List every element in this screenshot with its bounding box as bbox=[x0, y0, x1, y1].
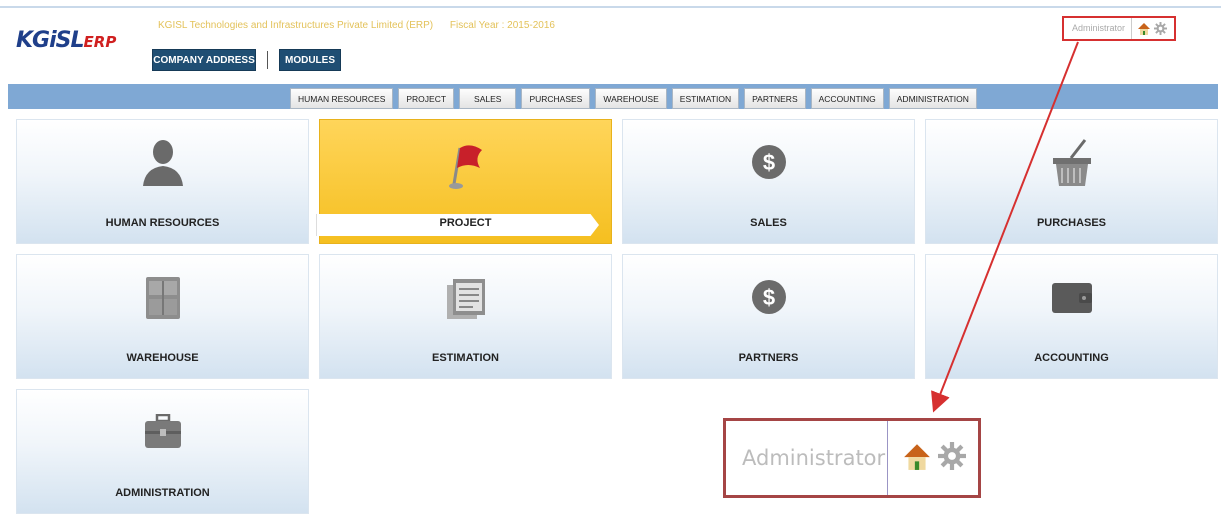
module-tabs: HUMAN RESOURCES PROJECT SALES PURCHASES … bbox=[290, 88, 977, 109]
dollar-icon: $ bbox=[751, 144, 787, 185]
zoomed-user-name[interactable]: Administrator bbox=[726, 421, 888, 495]
tile-label: SALES bbox=[750, 217, 787, 229]
crate-icon bbox=[144, 275, 182, 326]
tile-warehouse[interactable]: WAREHOUSE bbox=[16, 254, 309, 379]
tab-partners[interactable]: PARTNERS bbox=[744, 88, 806, 109]
person-icon bbox=[141, 138, 185, 191]
home-icon[interactable] bbox=[902, 442, 932, 475]
gear-icon[interactable] bbox=[1154, 22, 1168, 35]
tab-accounting[interactable]: ACCOUNTING bbox=[810, 88, 884, 109]
tile-accounting[interactable]: ACCOUNTING bbox=[925, 254, 1218, 379]
zoomed-user-panel: Administrator bbox=[723, 418, 981, 498]
document-icon bbox=[445, 277, 487, 326]
tile-partners[interactable]: $ PARTNERS bbox=[622, 254, 915, 379]
fiscal-year: Fiscal Year : 2015-2016 bbox=[449, 20, 555, 31]
tab-purchases[interactable]: PURCHASES bbox=[521, 88, 591, 109]
top-border bbox=[0, 6, 1221, 8]
dollar-icon: $ bbox=[751, 279, 787, 320]
basket-icon bbox=[1049, 138, 1095, 193]
tab-estimation[interactable]: ESTIMATION bbox=[671, 88, 740, 109]
svg-text:$: $ bbox=[762, 285, 774, 310]
tab-sales[interactable]: SALES bbox=[459, 88, 517, 109]
tile-label: ESTIMATION bbox=[431, 352, 499, 364]
tile-label: ACCOUNTING bbox=[1034, 352, 1109, 364]
tab-warehouse[interactable]: WAREHOUSE bbox=[595, 88, 667, 109]
tile-label: ADMINISTRATION bbox=[115, 487, 210, 499]
home-icon[interactable] bbox=[1137, 22, 1151, 35]
tile-label: PROJECT bbox=[439, 217, 492, 229]
logo[interactable]: KGiSLERP bbox=[16, 28, 116, 53]
tile-label: HUMAN RESOURCES bbox=[105, 217, 220, 229]
tile-label: PURCHASES bbox=[1036, 217, 1107, 229]
zoomed-icons bbox=[902, 441, 966, 475]
gear-icon[interactable] bbox=[938, 441, 966, 475]
flag-icon bbox=[446, 140, 486, 195]
modules-button[interactable]: MODULES bbox=[279, 49, 341, 71]
user-name[interactable]: Administrator bbox=[1064, 18, 1133, 39]
company-address-button[interactable]: COMPANY ADDRESS bbox=[152, 49, 256, 71]
tile-label: PARTNERS bbox=[738, 352, 799, 364]
tile-sales[interactable]: $ SALES bbox=[622, 119, 915, 244]
company-name: KGISL Technologies and Infrastructures P… bbox=[158, 20, 434, 31]
tab-human-resources[interactable]: HUMAN RESOURCES bbox=[290, 88, 394, 109]
tile-purchases[interactable]: PURCHASES bbox=[925, 119, 1218, 244]
user-panel: Administrator bbox=[1062, 16, 1176, 41]
header-divider bbox=[267, 51, 268, 69]
tile-project[interactable]: PROJECT bbox=[316, 119, 612, 244]
tile-administration[interactable]: ADMINISTRATION bbox=[16, 389, 309, 514]
svg-text:$: $ bbox=[762, 150, 774, 175]
tab-administration[interactable]: ADMINISTRATION bbox=[888, 88, 977, 109]
tile-human-resources[interactable]: HUMAN RESOURCES bbox=[16, 119, 309, 244]
tile-estimation[interactable]: ESTIMATION bbox=[319, 254, 612, 379]
wallet-icon bbox=[1051, 281, 1093, 320]
briefcase-icon bbox=[143, 413, 183, 455]
tab-project[interactable]: PROJECT bbox=[398, 88, 455, 109]
tile-label: WAREHOUSE bbox=[126, 352, 199, 364]
company-info: KGISL Technologies and Infrastructures P… bbox=[158, 20, 555, 31]
